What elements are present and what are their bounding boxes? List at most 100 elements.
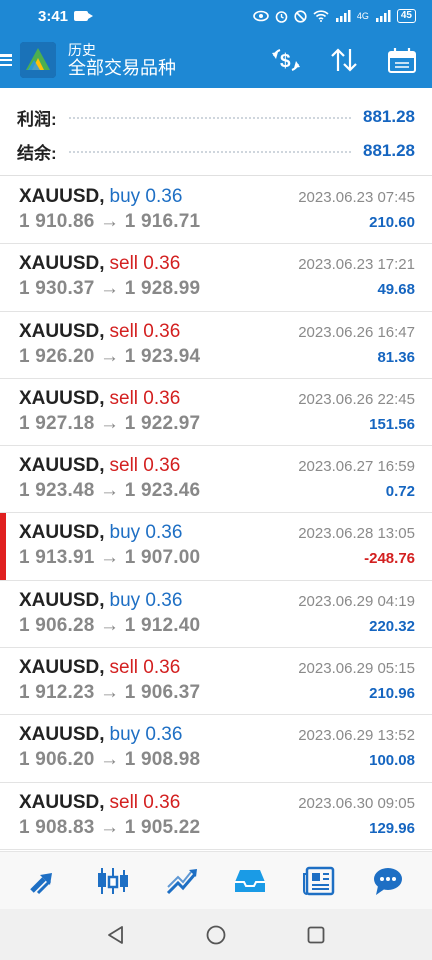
trade-row[interactable]: XAUUSD, sell 0.36 2023.06.26 22:45 1 927.1…: [0, 379, 432, 447]
sort-icon: [331, 48, 357, 72]
app-logo: [20, 42, 56, 78]
currency-filter-button[interactable]: $: [270, 44, 302, 76]
trade-prices: 1 908.83 → 1 905.22: [19, 816, 201, 838]
nav-news[interactable]: [295, 857, 343, 905]
trade-prices: 1 926.20 → 1 923.94: [19, 345, 201, 367]
back-button[interactable]: [101, 920, 131, 950]
chat-icon: [373, 867, 402, 895]
calendar-button[interactable]: [386, 44, 418, 76]
trade-profit: -248.76: [364, 550, 415, 568]
signal-icon-2: [375, 10, 391, 22]
news-icon: [302, 866, 335, 895]
trade-side: sell 0.36: [109, 455, 181, 477]
trade-row[interactable]: XAUUSD, buy 0.36 2023.06.29 13:52 1 906.20…: [0, 715, 432, 783]
trade-symbol: XAUUSD: [19, 589, 100, 611]
app-bar: 历史 全部交易品种 $: [0, 32, 432, 88]
trade-profit: 151.56: [369, 415, 415, 433]
nav-quotes[interactable]: [20, 857, 68, 905]
status-bar: 3:41 4G 45: [0, 0, 432, 32]
bottom-nav: [0, 851, 432, 909]
trade-row[interactable]: XAUUSD, buy 0.36 2023.06.23 07:45 1 910.86…: [0, 177, 432, 245]
title-block[interactable]: 历史 全部交易品种: [68, 42, 176, 79]
trade-prices: 1 927.18 → 1 922.97: [19, 412, 201, 434]
trade-row[interactable]: XAUUSD, sell 0.36 2023.06.29 05:15 1 912.2…: [0, 648, 432, 716]
trade-list: XAUUSD, buy 0.36 2023.06.23 07:45 1 910.86…: [0, 177, 432, 850]
trade-side: buy 0.36: [109, 186, 183, 207]
trade-side: sell 0.36: [109, 253, 181, 275]
home-icon: [206, 925, 226, 944]
profit-row: 利润: 881.28: [17, 100, 415, 134]
trade-time: 2023.06.29 05:15: [298, 660, 415, 678]
recents-button[interactable]: [301, 920, 331, 950]
trade-symbol: XAUUSD: [19, 657, 100, 679]
profit-label: 利润:: [17, 109, 57, 129]
trade-time: 2023.06.28 13:05: [298, 525, 415, 543]
balance-value: 881.28: [363, 141, 415, 160]
network-type: 4G: [356, 10, 369, 21]
trade-profit: 81.36: [377, 348, 415, 366]
trade-row[interactable]: XAUUSD, sell 0.36 2023.06.30 09:05 1 908.8…: [0, 783, 432, 850]
mute-icon: [294, 9, 307, 23]
trade-symbol: XAUUSD: [19, 455, 100, 477]
trade-side: buy 0.36: [109, 522, 183, 544]
trade-row[interactable]: XAUUSD, sell 0.36 2023.06.27 16:59 1 923.4…: [0, 446, 432, 514]
nav-chat[interactable]: [364, 857, 412, 905]
system-nav-bar: [0, 909, 432, 960]
trade-side: sell 0.36: [109, 387, 181, 409]
history-icon: [235, 869, 266, 892]
trade-time: 2023.06.27 16:59: [298, 458, 415, 476]
trade-prices: 1 910.86 → 1 916.71: [19, 211, 201, 232]
trade-row[interactable]: XAUUSD, buy 0.36 2023.06.28 13:05 1 913.91…: [0, 513, 432, 581]
trade-profit: 49.68: [377, 281, 415, 299]
home-button[interactable]: [201, 920, 231, 950]
chart-icon: [97, 867, 128, 894]
trade-side: buy 0.36: [109, 724, 183, 746]
dotted-leader: [68, 151, 351, 153]
trade-profit: 129.96: [369, 819, 415, 837]
dotted-leader: [68, 117, 351, 119]
trade-prices: 1 906.28 → 1 912.40: [19, 614, 201, 636]
trade-time: 2023.06.30 09:05: [298, 794, 415, 812]
menu-icon[interactable]: [0, 52, 14, 68]
trade-profit: 100.08: [369, 752, 415, 770]
trade-profit: 0.72: [385, 483, 415, 501]
nav-history[interactable]: [226, 857, 274, 905]
toolbar: $: [270, 44, 418, 76]
trade-time: 2023.06.26 16:47: [298, 323, 415, 341]
trade-row[interactable]: XAUUSD, sell 0.36 2023.06.26 16:47 1 926.2…: [0, 312, 432, 379]
trade-profit: 220.32: [369, 617, 415, 635]
trade-time: 2023.06.26 22:45: [298, 390, 415, 408]
trade-side: sell 0.36: [109, 320, 181, 342]
nav-trade[interactable]: [158, 857, 206, 905]
dollar-exchange-icon: $: [272, 49, 300, 72]
signal-icon: [335, 10, 351, 22]
battery-icon: 45: [396, 9, 416, 23]
trade-side: sell 0.36: [109, 791, 181, 813]
trade-symbol: XAUUSD: [19, 186, 100, 207]
svg-text:$: $: [280, 51, 291, 72]
trade-time: 2023.06.23 17:21: [298, 256, 415, 274]
trade-icon: [166, 868, 197, 894]
recents-icon: [307, 926, 325, 943]
back-icon: [108, 925, 123, 944]
sort-button[interactable]: [328, 44, 360, 76]
trade-row[interactable]: XAUUSD, buy 0.36 2023.06.29 04:19 1 906.28…: [0, 581, 432, 649]
trade-time: 2023.06.29 13:52: [298, 727, 415, 745]
trade-time: 2023.06.29 04:19: [298, 592, 415, 610]
profit-value: 881.28: [363, 107, 415, 126]
trade-symbol: XAUUSD: [19, 791, 100, 813]
trade-symbol: XAUUSD: [19, 387, 100, 409]
trade-row[interactable]: XAUUSD, sell 0.36 2023.06.23 17:21 1 930.3…: [0, 244, 432, 312]
wifi-icon: [313, 10, 329, 22]
nav-chart[interactable]: [89, 857, 137, 905]
camera-icon: [74, 11, 94, 21]
trade-symbol: XAUUSD: [19, 253, 100, 275]
page-title: 全部交易品种: [68, 57, 176, 78]
alarm-icon: [275, 10, 288, 23]
trade-symbol: XAUUSD: [19, 724, 100, 746]
page-subtitle: 历史: [68, 41, 96, 58]
balance-row: 结余: 881.28: [17, 134, 415, 168]
quotes-icon: [30, 872, 53, 894]
trade-prices: 1 912.23 → 1 906.37: [19, 682, 201, 704]
trade-symbol: XAUUSD: [19, 522, 100, 544]
